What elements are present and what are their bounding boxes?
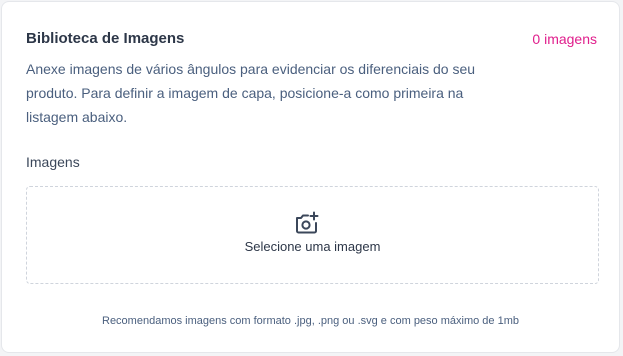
- camera-plus-icon: [296, 211, 319, 234]
- image-library-card: Biblioteca de Imagens 0 imagens Anexe im…: [1, 1, 620, 353]
- format-recommendation: Recomendamos imagens com formato .jpg, .…: [102, 315, 519, 327]
- dropzone-label: Selecione uma imagem: [244, 239, 381, 254]
- image-count: 0 imagens: [532, 31, 597, 47]
- library-description: Anexe imagens de vários ângulos para evi…: [26, 61, 476, 125]
- image-dropzone[interactable]: Selecione uma imagem: [26, 186, 599, 284]
- library-title: Biblioteca de Imagens: [26, 30, 185, 47]
- images-field-label: Imagens: [26, 154, 80, 170]
